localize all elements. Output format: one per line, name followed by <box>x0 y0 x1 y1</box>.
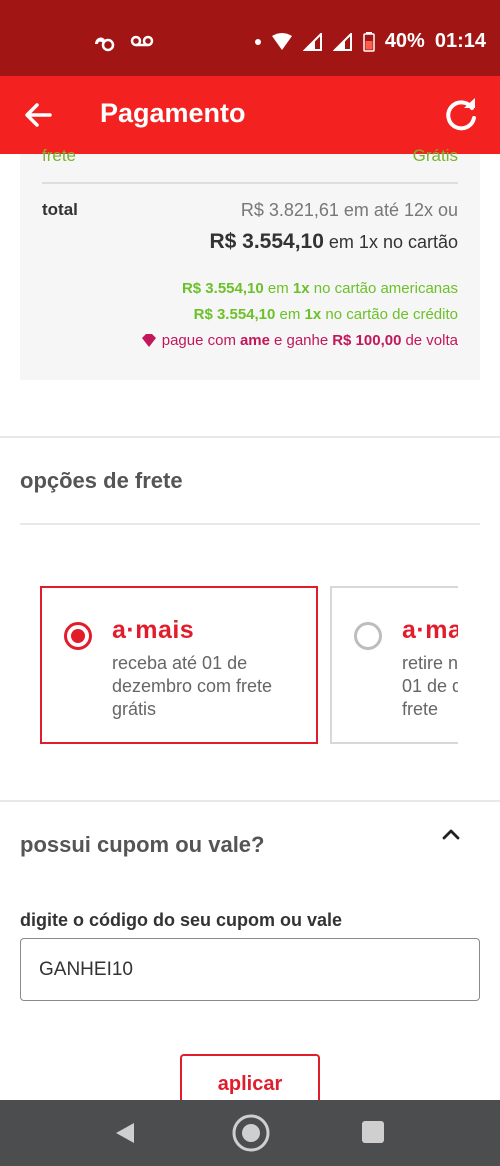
radio-unselected-icon[interactable] <box>354 622 382 650</box>
installment-price: R$ 3.821,61 em até 12x ou <box>240 200 458 220</box>
shipping-option-desc: receba até 01 de dezembro com frete grát… <box>112 653 273 719</box>
page-title: Pagamento <box>100 98 246 128</box>
battery-percent: 40% <box>384 30 425 52</box>
frete-row: frete Grátis <box>42 146 458 166</box>
ame-mais-logo: a·mais <box>402 616 458 644</box>
frete-value: Grátis <box>412 146 458 165</box>
cash-price-suffix: em 1x no cartão <box>328 232 458 252</box>
status-notifications <box>92 32 154 52</box>
summary-divider <box>42 182 458 184</box>
nav-home-icon[interactable] <box>230 1112 272 1154</box>
shipping-options-carousel[interactable]: a·mais receba até 01 de dezembro com fre… <box>20 584 458 748</box>
coupon-title: possui cupom ou vale? <box>20 832 265 857</box>
nav-back-icon[interactable] <box>112 1120 138 1146</box>
status-indicators: 40% 01:14 <box>254 30 486 53</box>
shipping-option-desc: retire no loja a partir de 01 de dezembr… <box>402 653 458 719</box>
total-label: total <box>42 200 78 219</box>
order-summary: frete Grátis total R$ 3.821,61 em até 12… <box>20 146 480 380</box>
chevron-up-icon[interactable] <box>438 822 464 846</box>
shipping-title: opções de frete <box>20 468 183 493</box>
shipping-divider <box>20 523 480 525</box>
notification-dot-icon <box>254 38 261 45</box>
missed-call-icon <box>95 37 115 52</box>
refresh-icon[interactable] <box>442 96 480 134</box>
promo-ame-cashback: pague com ame e ganhe R$ 100,00 de volta <box>140 332 458 349</box>
promo-credit-card: R$ 3.554,10 em 1x no cartão de crédito <box>193 306 458 323</box>
radio-selected-icon[interactable] <box>64 622 92 650</box>
coupon-field-label: digite o código do seu cupom ou vale <box>20 910 343 930</box>
promo-americanas-card: R$ 3.554,10 em 1x no cartão americanas <box>181 280 458 297</box>
frete-label: frete <box>42 146 77 165</box>
back-arrow-icon[interactable] <box>22 98 56 132</box>
system-nav-bar <box>0 1100 500 1166</box>
voicemail-icon <box>130 35 154 47</box>
cash-price-value: R$ 3.554,10 <box>209 230 324 253</box>
shipping-option-2[interactable]: a·mais retire no loja a partir de 01 de … <box>330 586 458 744</box>
cash-price: R$ 3.554,10 em 1x no cartão <box>209 230 458 254</box>
signal-icon-2 <box>332 32 352 51</box>
status-bar: 40% 01:14 <box>0 0 500 76</box>
ame-mais-logo: a·mais <box>112 616 195 644</box>
ame-heart-icon <box>141 333 156 347</box>
coupon-input[interactable] <box>20 938 480 1001</box>
battery-icon <box>363 31 375 52</box>
nav-recents-icon[interactable] <box>362 1121 384 1143</box>
wifi-icon <box>271 32 292 50</box>
app-bar: Pagamento <box>0 76 500 154</box>
section-divider <box>0 436 500 438</box>
clock: 01:14 <box>434 30 486 52</box>
section-divider <box>0 800 500 802</box>
shipping-option-1[interactable]: a·mais receba até 01 de dezembro com fre… <box>40 586 318 744</box>
signal-icon <box>302 32 322 51</box>
